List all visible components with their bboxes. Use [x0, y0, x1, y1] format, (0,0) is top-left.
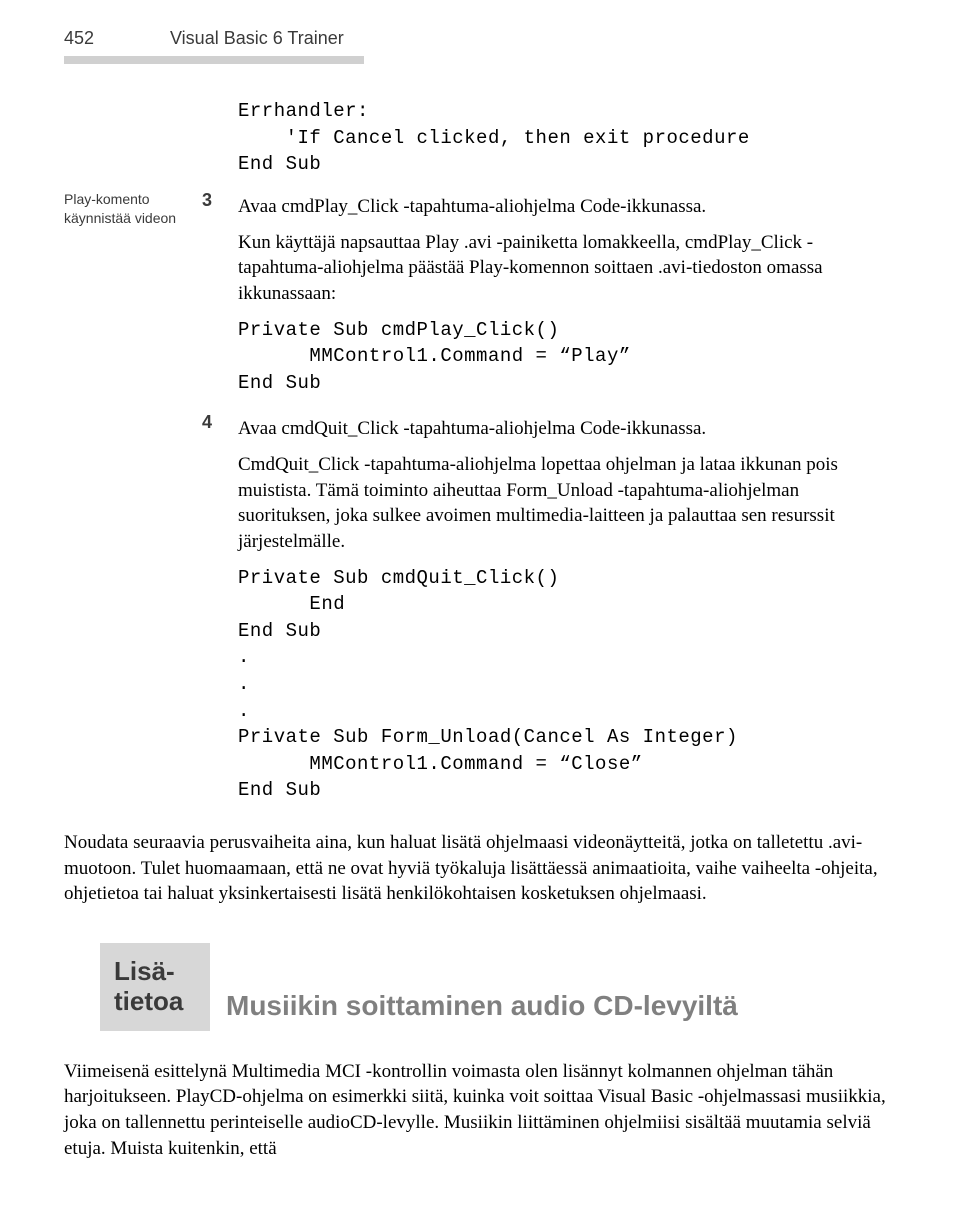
code-block-cmdplay: Private Sub cmdPlay_Click() MMControl1.C…: [238, 317, 896, 397]
header-rule: [64, 56, 364, 64]
step-number-3: 3: [202, 188, 230, 406]
info-label-line2: tietoa: [114, 987, 196, 1017]
step3-paragraph: Kun käyttäjä napsauttaa Play .avi -paini…: [238, 230, 896, 307]
section-heading: Musiikin soittaminen audio CD-levyiltä: [226, 987, 738, 1031]
margin-note: Play-komento käynnistää videon: [64, 188, 194, 410]
step4-lead: Avaa cmdQuit_Click -tapahtuma-aliohjelma…: [238, 416, 896, 442]
step-number-4: 4: [202, 410, 230, 814]
step3-lead: Avaa cmdPlay_Click -tapahtuma-aliohjelma…: [238, 194, 896, 220]
section-paragraph: Viimeisenä esittelynä Multimedia MCI -ko…: [64, 1059, 896, 1162]
step4-paragraph: CmdQuit_Click -tapahtuma-aliohjelma lope…: [238, 452, 896, 555]
info-label-box: Lisä- tietoa: [100, 943, 210, 1031]
gutter-empty: [64, 92, 194, 188]
book-title: Visual Basic 6 Trainer: [170, 26, 344, 50]
code-block-errhandler: Errhandler: 'If Cancel clicked, then exi…: [238, 98, 896, 178]
gutter-empty-2: [64, 410, 194, 818]
page-number: 452: [64, 26, 128, 50]
closing-paragraph: Noudata seuraavia perusvaiheita aina, ku…: [64, 830, 896, 907]
info-label-line1: Lisä-: [114, 957, 196, 987]
code-block-cmdquit: Private Sub cmdQuit_Click() End End Sub …: [238, 565, 896, 804]
